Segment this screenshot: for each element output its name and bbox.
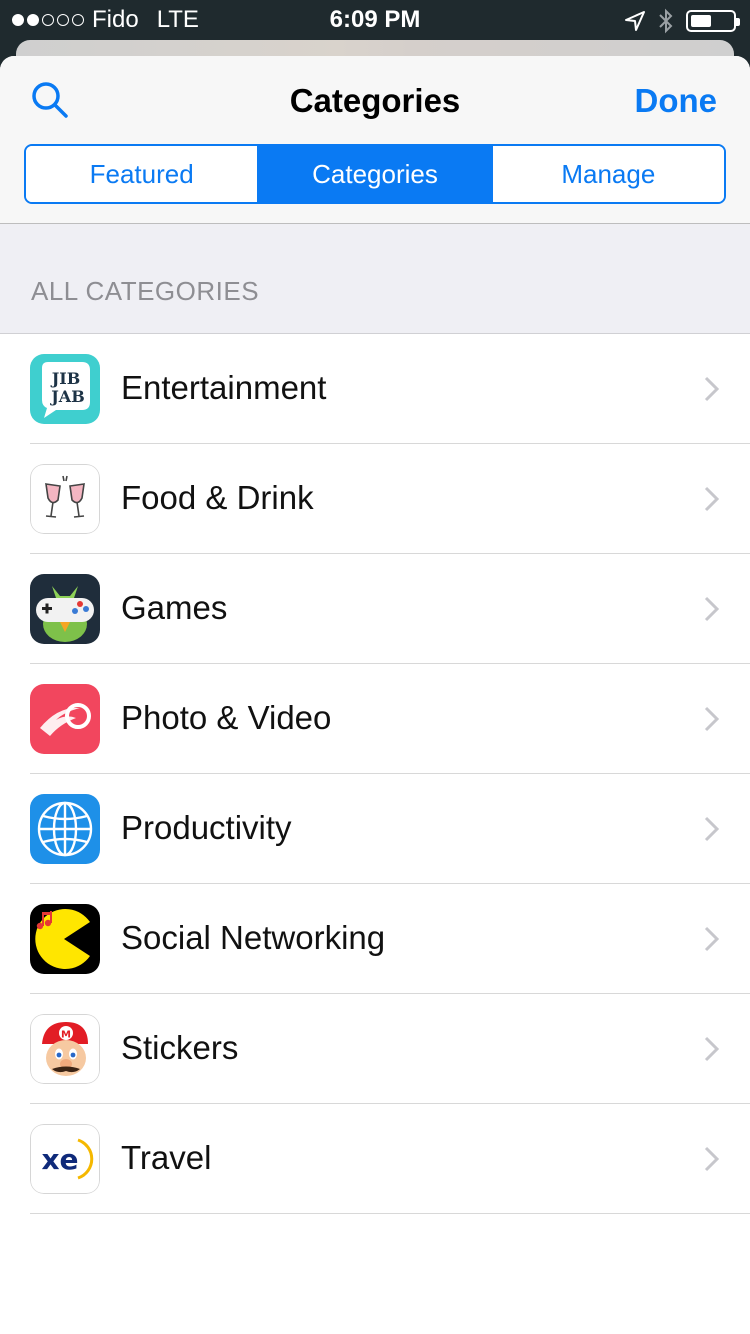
status-bar: Fido LTE 6:09 PM bbox=[0, 0, 750, 40]
svg-text:JAB: JAB bbox=[49, 387, 85, 406]
chevron-right-icon bbox=[704, 1146, 720, 1172]
red-comet-icon bbox=[30, 684, 100, 754]
category-row-games[interactable]: Games bbox=[0, 554, 750, 664]
segmented-control: Featured Categories Manage bbox=[24, 144, 726, 204]
category-row-entertainment[interactable]: JIB JAB Entertainment bbox=[0, 334, 750, 444]
wine-glasses-icon bbox=[30, 464, 100, 534]
category-label: Food & Drink bbox=[121, 479, 314, 516]
category-label: Photo & Video bbox=[121, 699, 332, 736]
navigation-bar: Categories Done Featured Categories Mana… bbox=[0, 56, 750, 224]
pacman-icon bbox=[30, 904, 100, 974]
jibjab-icon: JIB JAB bbox=[30, 354, 100, 424]
tab-manage[interactable]: Manage bbox=[490, 146, 724, 202]
chevron-right-icon bbox=[704, 706, 720, 732]
bluetooth-icon bbox=[659, 8, 673, 34]
chevron-right-icon bbox=[704, 596, 720, 622]
categories-sheet: Categories Done Featured Categories Mana… bbox=[0, 56, 750, 1334]
category-row-social-networking[interactable]: Social Networking bbox=[0, 884, 750, 994]
section-header: ALL CATEGORIES bbox=[0, 224, 750, 334]
chevron-right-icon bbox=[704, 486, 720, 512]
battery-icon bbox=[686, 10, 740, 32]
svg-text:JIB: JIB bbox=[50, 369, 81, 388]
section-header-label: ALL CATEGORIES bbox=[31, 276, 260, 306]
category-label: Games bbox=[121, 589, 228, 626]
category-label: Social Networking bbox=[121, 919, 386, 956]
xe-icon: xe bbox=[30, 1124, 100, 1194]
chevron-right-icon bbox=[704, 376, 720, 402]
location-arrow-icon bbox=[625, 11, 645, 31]
category-row-stickers[interactable]: M Stickers bbox=[0, 994, 750, 1104]
mario-icon: M bbox=[30, 1014, 100, 1084]
chevron-right-icon bbox=[704, 1036, 720, 1062]
category-label: Stickers bbox=[121, 1029, 239, 1066]
tab-categories[interactable]: Categories bbox=[257, 146, 491, 202]
category-row-travel[interactable]: xe Travel bbox=[0, 1104, 750, 1214]
globe-icon bbox=[30, 794, 100, 864]
done-button[interactable]: Done bbox=[635, 82, 718, 120]
status-right bbox=[624, 8, 740, 34]
svg-text:M: M bbox=[61, 1030, 71, 1041]
parrot-gamepad-icon bbox=[30, 574, 100, 644]
category-row-productivity[interactable]: Productivity bbox=[0, 774, 750, 884]
chevron-right-icon bbox=[704, 926, 720, 952]
category-label: Productivity bbox=[121, 809, 292, 846]
svg-text:xe: xe bbox=[41, 1143, 78, 1176]
chevron-right-icon bbox=[704, 816, 720, 842]
category-list: JIB JAB Entertainment Food & Drink Games… bbox=[0, 334, 750, 1214]
category-row-food-drink[interactable]: Food & Drink bbox=[0, 444, 750, 554]
category-row-photo-video[interactable]: Photo & Video bbox=[0, 664, 750, 774]
category-label: Entertainment bbox=[121, 369, 327, 406]
tab-featured[interactable]: Featured bbox=[26, 146, 258, 202]
category-label: Travel bbox=[121, 1139, 212, 1176]
